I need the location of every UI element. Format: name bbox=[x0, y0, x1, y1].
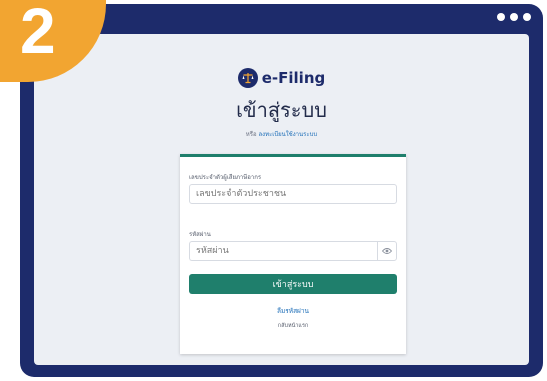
register-prefix: หรือ bbox=[245, 131, 257, 138]
password-field bbox=[189, 241, 397, 261]
brand: e-Filing bbox=[34, 68, 529, 88]
window-controls bbox=[497, 13, 531, 21]
step-number: 2 bbox=[20, 0, 56, 67]
page-title: เข้าสู่ระบบ bbox=[236, 98, 327, 122]
browser-window: e-Filing เข้าสู่ระบบ หรือ ลงทะเบียนใช้งา… bbox=[20, 4, 543, 377]
back-home-link[interactable]: กลับหน้าแรก bbox=[180, 322, 406, 330]
eye-icon[interactable] bbox=[377, 241, 397, 261]
login-page: e-Filing เข้าสู่ระบบ หรือ ลงทะเบียนใช้งา… bbox=[34, 34, 529, 365]
register-line: หรือ ลงทะเบียนใช้งานระบบ bbox=[34, 129, 529, 139]
scale-balance-icon bbox=[237, 68, 258, 88]
password-input[interactable] bbox=[189, 241, 377, 261]
password-label: รหัสผ่าน bbox=[189, 231, 211, 238]
window-dot-icon[interactable] bbox=[510, 13, 518, 21]
login-button[interactable]: เข้าสู่ระบบ bbox=[189, 274, 397, 294]
brand-name: e-Filing bbox=[261, 69, 326, 87]
register-link[interactable]: ลงทะเบียนใช้งานระบบ bbox=[258, 131, 317, 138]
window-dot-icon[interactable] bbox=[497, 13, 505, 21]
window-dot-icon[interactable] bbox=[523, 13, 531, 21]
login-card: เลขประจำตัวผู้เสียภาษีอากร รหัสผ่าน เข้า… bbox=[180, 154, 406, 354]
forgot-password-link[interactable]: ลืมรหัสผ่าน bbox=[180, 306, 406, 316]
id-label: เลขประจำตัวผู้เสียภาษีอากร bbox=[189, 174, 262, 181]
id-number-input[interactable] bbox=[189, 184, 397, 204]
